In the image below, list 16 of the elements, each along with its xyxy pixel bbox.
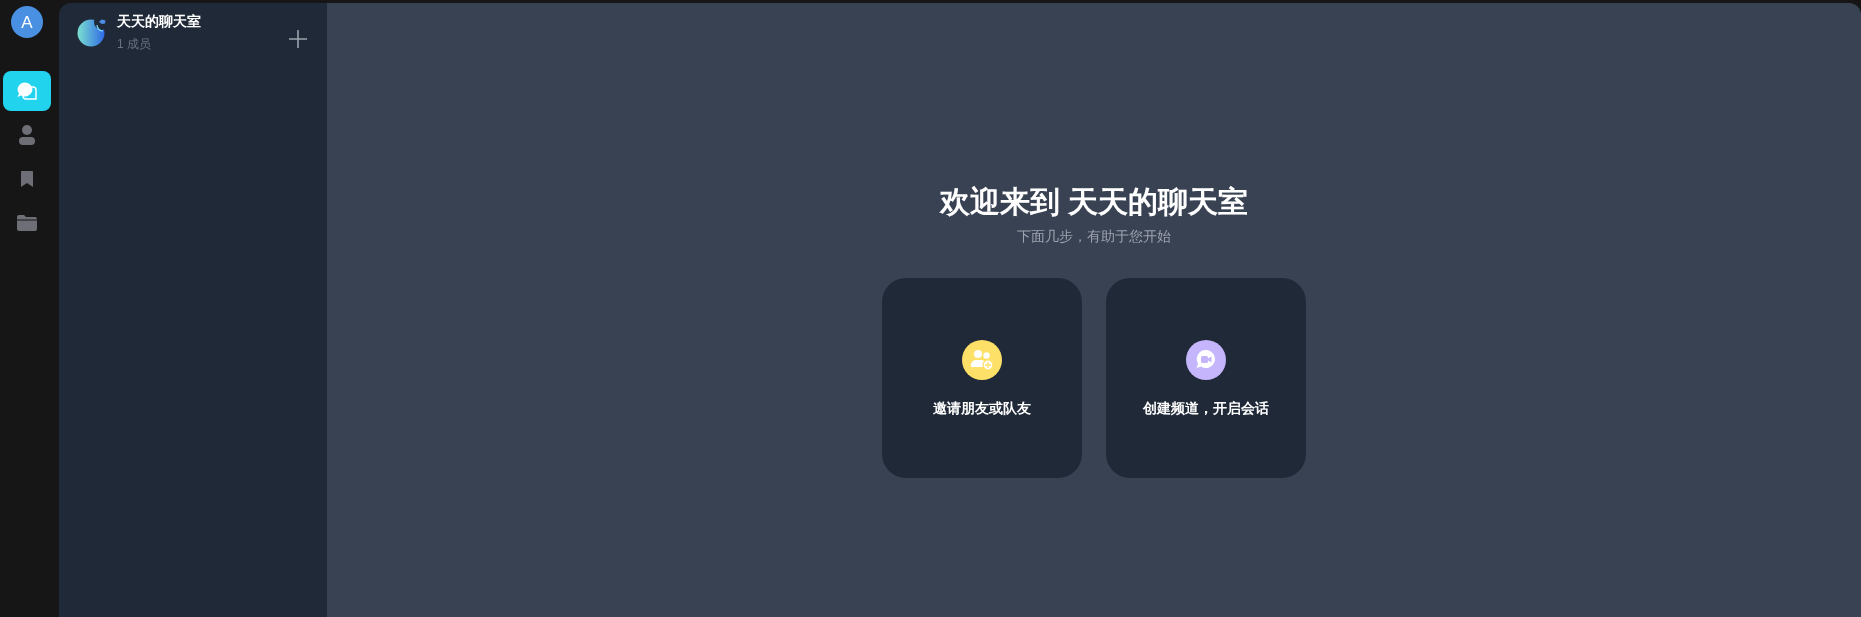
chat-bubbles-icon [17, 82, 37, 100]
welcome-title: 欢迎来到 天天的聊天室 [939, 184, 1249, 220]
user-icon [19, 125, 35, 145]
welcome-subtitle: 下面几步，有助于您开始 [1017, 227, 1171, 245]
invite-card[interactable]: 邀请朋友或队友 [882, 278, 1082, 478]
chat-nav-button[interactable] [3, 71, 51, 111]
channel-card[interactable]: 创建频道，开启会话 [1106, 278, 1306, 478]
card-label: 邀请朋友或队友 [933, 399, 1031, 418]
bookmark-icon [21, 171, 33, 187]
room-name: 天天的聊天室 [117, 12, 201, 30]
plus-icon [289, 30, 307, 48]
folder-icon [17, 215, 37, 231]
planet-logo-icon [77, 17, 107, 47]
add-button[interactable] [289, 30, 307, 48]
card-label: 创建频道，开启会话 [1143, 399, 1269, 418]
member-count: 1 成员 [117, 36, 152, 53]
